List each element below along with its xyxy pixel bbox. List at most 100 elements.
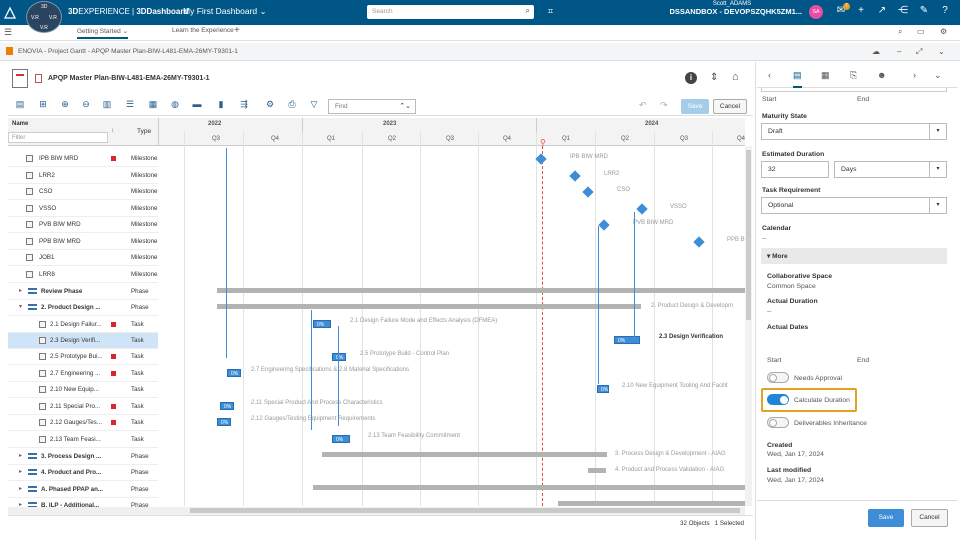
expand-icon[interactable]: ⊞ (37, 99, 49, 110)
compass-icon[interactable]: 3D V.R V.R V.R (26, 1, 62, 33)
milestone-diamond[interactable] (569, 170, 581, 182)
table-row[interactable]: 2.11 Special Pro... Task (8, 399, 158, 415)
task-bar[interactable]: 0% (332, 435, 350, 443)
print-icon[interactable]: ⎙ (286, 99, 298, 110)
filter-input[interactable]: Filter (8, 132, 108, 143)
layout-icon[interactable]: ⇕ (710, 72, 718, 83)
table-row[interactable]: 2.1 Design Failur... Task (8, 317, 158, 333)
cloud-icon[interactable]: ☁ (872, 47, 880, 56)
add-tab-button[interactable]: + (234, 25, 240, 36)
tab-learn-the-experience[interactable]: Learn the Experience (172, 27, 234, 34)
calendar-tab-icon[interactable]: ▦ (821, 70, 830, 81)
column-type-header[interactable]: Type (137, 128, 151, 135)
task-bar[interactable]: 0% (227, 369, 241, 377)
task-bar[interactable]: 0% (332, 353, 346, 361)
network-icon[interactable]: ⋲ (896, 5, 910, 16)
table-row[interactable]: ▸ Review Phase Phase (8, 284, 158, 300)
table-row[interactable]: PVB BIW MRD Milestone (8, 217, 158, 233)
search-input[interactable]: Search ⌕ (367, 5, 534, 19)
dependency-icon[interactable]: ⇶ (238, 99, 250, 110)
table-row[interactable]: 2.10 New Equip... Task (8, 382, 158, 398)
sort-indicator[interactable]: ↕ (111, 128, 114, 134)
expand-toggle-icon[interactable]: ▸ (19, 452, 22, 459)
table-row[interactable]: ▾ 2. Product Design ... Phase (8, 300, 158, 316)
info-icon[interactable]: i (685, 72, 697, 84)
table-row[interactable]: ▸ 3. Process Design ... Phase (8, 449, 158, 465)
table-row[interactable]: PPB BIW MRD Milestone (8, 234, 158, 250)
more-section-toggle[interactable]: ▾ More (761, 248, 947, 264)
search-tabs-icon[interactable]: ⌕ (898, 27, 902, 37)
undo-icon[interactable]: ↶ (639, 100, 647, 111)
deliverables-toggle[interactable] (767, 417, 789, 428)
chevron-down-icon[interactable]: ⌄ (934, 70, 942, 81)
help-icon[interactable]: ? (938, 5, 952, 16)
panel-save-button[interactable]: Save (868, 509, 904, 527)
phase-bar[interactable] (217, 288, 745, 293)
duration-unit-select[interactable]: Days ▾ (834, 161, 947, 178)
filter-icon[interactable]: ▽ (308, 99, 320, 110)
avatar[interactable]: SA (809, 5, 823, 19)
attachment-tab-icon[interactable]: ⎘ (850, 70, 857, 81)
baseline-icon[interactable]: ▦ (147, 99, 159, 110)
table-row[interactable]: 2.7 Engineering ... Task (8, 366, 158, 382)
table-row[interactable]: VSSO Milestone (8, 201, 158, 217)
user-info[interactable]: Scott_ADAMS DSSANDBOX - DEVOPSZQHK5ZM1..… (662, 1, 802, 16)
share-icon[interactable]: ↗ (875, 5, 889, 16)
table-row[interactable]: IPB BIW MRD Milestone (8, 151, 158, 167)
zoom-out-icon[interactable]: ⊖ (80, 99, 92, 110)
milestone-diamond[interactable] (636, 203, 648, 215)
task-bar[interactable]: 0% (220, 402, 234, 410)
task-bar[interactable]: 0% (217, 418, 231, 426)
properties-tab-icon[interactable]: ▤ (793, 70, 802, 88)
phase-bar[interactable] (313, 485, 745, 490)
table-row[interactable]: ▸ 4. Product and Pro... Phase (8, 465, 158, 481)
task-bar[interactable]: 0% (614, 336, 640, 344)
columns-icon[interactable]: ▥ (101, 99, 113, 110)
table-row[interactable]: 2.5 Prototype Bui... Task (8, 349, 158, 365)
duration-input[interactable]: 32 (761, 161, 829, 178)
horizontal-scroll-thumb[interactable] (190, 508, 740, 513)
media-icon[interactable]: ▭ (917, 27, 925, 36)
phase-bar[interactable] (558, 501, 745, 506)
chevron-left-icon[interactable]: ‹ (768, 70, 771, 80)
community-icon[interactable]: ✎ (917, 5, 931, 16)
members-tab-icon[interactable]: ☻ (877, 70, 886, 80)
milestone-diamond[interactable] (693, 236, 705, 248)
find-nav-icon[interactable]: ⌃⌄ (399, 102, 411, 110)
outline-icon[interactable]: ☰ (124, 99, 136, 110)
cancel-button[interactable]: Cancel (713, 99, 747, 114)
maturity-select[interactable]: Draft ▾ (761, 123, 947, 140)
expand-toggle-icon[interactable]: ▸ (19, 468, 22, 475)
dashboard-selector[interactable]: My First Dashboard ⌄ (183, 6, 267, 17)
chevron-down-icon[interactable]: ⌄ (938, 47, 945, 56)
milestone-diamond[interactable] (535, 153, 547, 165)
expand-toggle-icon[interactable]: ▸ (19, 485, 22, 492)
tab-getting-started[interactable]: Getting Started ⌄ (77, 27, 128, 39)
requirement-select[interactable]: Optional ▾ (761, 197, 947, 214)
chevron-right-icon[interactable]: › (913, 70, 916, 80)
edit-icon[interactable]: ▤ (14, 99, 26, 110)
gear-icon[interactable]: ⚙ (264, 99, 276, 110)
milestone-diamond[interactable] (582, 186, 594, 198)
table-row[interactable]: CSO Milestone (8, 184, 158, 200)
vertical-scroll-thumb[interactable] (746, 150, 751, 320)
milestone-diamond[interactable] (598, 219, 610, 231)
redo-icon[interactable]: ↷ (660, 100, 668, 111)
table-row[interactable]: 2.13 Team Feasi... Task (8, 432, 158, 448)
calculate-duration-toggle[interactable] (767, 394, 789, 405)
expand-toggle-icon[interactable]: ▾ (19, 303, 22, 310)
table-row[interactable]: 2.3 Design Verifi... Task (8, 333, 158, 349)
zoom-in-icon[interactable]: ⊕ (59, 99, 71, 110)
find-input[interactable]: Find ⌃⌄ (328, 99, 416, 114)
expand-toggle-icon[interactable]: ▸ (19, 287, 22, 294)
table-row[interactable]: ▸ A. Phased PPAP an... Phase (8, 482, 158, 498)
chart-icon[interactable]: ▮ (215, 99, 227, 110)
minimize-icon[interactable]: – (897, 47, 901, 56)
add-icon[interactable]: + (854, 5, 868, 16)
panel-cancel-button[interactable]: Cancel (911, 509, 948, 527)
phase-bar[interactable] (322, 452, 607, 457)
maximize-icon[interactable]: ⤢ (916, 47, 922, 57)
home-icon[interactable]: ⌂ (732, 71, 739, 83)
table-row[interactable]: LRR2 Milestone (8, 168, 158, 184)
globe-icon[interactable]: ◍ (169, 99, 181, 110)
